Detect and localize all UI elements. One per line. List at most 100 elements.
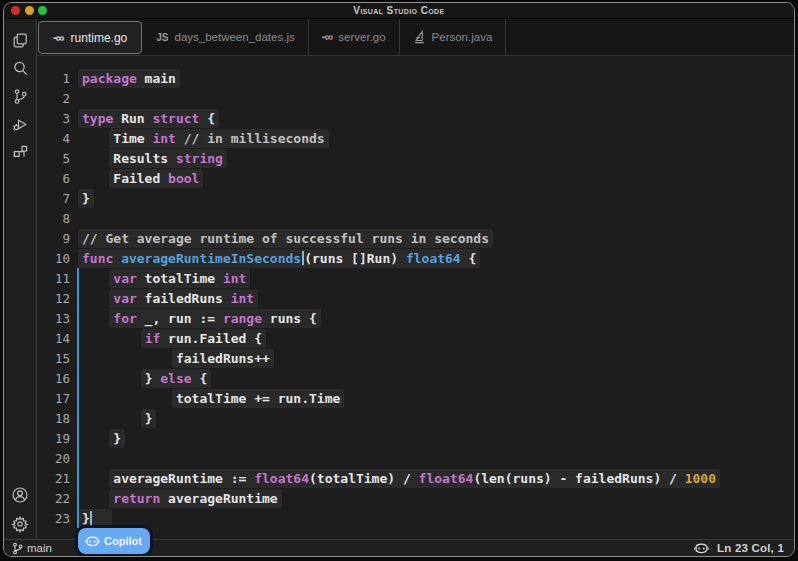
title-bar: Visual Studio Code bbox=[4, 3, 794, 19]
copilot-button-label: Copilot bbox=[104, 535, 142, 547]
line-content: } bbox=[77, 511, 112, 526]
code-line-2[interactable]: 2 bbox=[37, 88, 794, 108]
code-editor[interactable]: 1package main23type Run struct {4 Time i… bbox=[37, 56, 794, 539]
line-number: 18 bbox=[37, 411, 77, 426]
line-number: 7 bbox=[37, 191, 77, 206]
line-content: } bbox=[77, 191, 94, 206]
code-line-15[interactable]: 15 failedRuns++ bbox=[37, 348, 794, 368]
code-line-4[interactable]: 4 Time int // in milliseconds bbox=[37, 128, 794, 148]
line-content: Time int // in milliseconds bbox=[77, 131, 329, 146]
indent-guide bbox=[77, 268, 79, 528]
line-number: 20 bbox=[37, 451, 77, 466]
line-content: for _, run := range runs { bbox=[77, 311, 321, 326]
line-number: 1 bbox=[37, 71, 77, 86]
tab-bar: -∞ runtime.go JS days_between_dates.js -… bbox=[37, 19, 794, 56]
line-number: 4 bbox=[37, 131, 77, 146]
code-line-14[interactable]: 14 if run.Failed { bbox=[37, 328, 794, 348]
copilot-button[interactable]: Copilot bbox=[78, 528, 150, 554]
git-branch-icon bbox=[12, 542, 23, 555]
activity-bar-top bbox=[11, 19, 29, 161]
code-line-16[interactable]: 16 } else { bbox=[37, 368, 794, 388]
settings-gear-icon[interactable] bbox=[11, 515, 29, 533]
code-line-19[interactable]: 19 } bbox=[37, 428, 794, 448]
js-file-icon: JS bbox=[156, 32, 168, 43]
vscode-window: Visual Studio Code bbox=[3, 2, 795, 557]
source-control-icon[interactable] bbox=[11, 87, 29, 105]
run-debug-icon[interactable] bbox=[11, 115, 29, 133]
code-line-6[interactable]: 6 Failed bool bbox=[37, 168, 794, 188]
status-bar-left: main bbox=[12, 542, 52, 555]
code-line-10[interactable]: 10func averageRuntimeInSeconds(runs []Ru… bbox=[37, 248, 794, 268]
go-file-icon: -∞ bbox=[322, 30, 333, 44]
line-content: totalTime += run.Time bbox=[77, 391, 344, 406]
code-line-21[interactable]: 21 averageRuntime := float64(totalTime) … bbox=[37, 468, 794, 488]
code-line-12[interactable]: 12 var failedRuns int bbox=[37, 288, 794, 308]
tab-label: Person.java bbox=[432, 31, 493, 43]
line-number: 14 bbox=[37, 331, 77, 346]
branch-name: main bbox=[27, 542, 52, 554]
editor-column: -∞ runtime.go JS days_between_dates.js -… bbox=[37, 19, 794, 539]
code-line-18[interactable]: 18 } bbox=[37, 408, 794, 428]
tab-days-between-dates-js[interactable]: JS days_between_dates.js bbox=[143, 19, 308, 55]
window-title: Visual Studio Code bbox=[4, 5, 794, 16]
line-number: 3 bbox=[37, 111, 77, 126]
line-number: 23 bbox=[37, 511, 77, 526]
line-content: var totalTime int bbox=[77, 271, 250, 286]
line-number: 12 bbox=[37, 291, 77, 306]
tab-runtime-go[interactable]: -∞ runtime.go bbox=[38, 21, 142, 54]
java-file-icon bbox=[413, 30, 426, 44]
tab-label: days_between_dates.js bbox=[175, 31, 295, 43]
line-number: 15 bbox=[37, 351, 77, 366]
line-content: var failedRuns int bbox=[77, 291, 258, 306]
code-line-11[interactable]: 11 var totalTime int bbox=[37, 268, 794, 288]
line-content: // Get average runtime of successful run… bbox=[77, 231, 493, 246]
line-number: 8 bbox=[37, 211, 77, 226]
code-line-20[interactable]: 20 bbox=[37, 448, 794, 468]
line-number: 17 bbox=[37, 391, 77, 406]
code-area: 1package main23type Run struct {4 Time i… bbox=[37, 68, 794, 528]
tab-server-go[interactable]: -∞ server.go bbox=[309, 19, 400, 55]
code-line-9[interactable]: 9// Get average runtime of successful ru… bbox=[37, 228, 794, 248]
line-content: func averageRuntimeInSeconds(runs []Run)… bbox=[77, 251, 480, 266]
tab-person-java[interactable]: Person.java bbox=[400, 19, 507, 55]
line-content: Failed bool bbox=[77, 171, 203, 186]
status-bar-right: Ln 23 Col, 1 bbox=[694, 542, 784, 555]
explorer-icon[interactable] bbox=[11, 31, 29, 49]
line-number: 6 bbox=[37, 171, 77, 186]
line-content: failedRuns++ bbox=[77, 351, 274, 366]
line-content: } bbox=[77, 411, 156, 426]
line-number: 21 bbox=[37, 471, 77, 486]
line-number: 11 bbox=[37, 271, 77, 286]
line-content: type Run struct { bbox=[77, 111, 219, 126]
code-line-22[interactable]: 22 return averageRuntime bbox=[37, 488, 794, 508]
go-file-icon: -∞ bbox=[53, 31, 64, 45]
search-icon[interactable] bbox=[11, 59, 29, 77]
account-icon[interactable] bbox=[11, 486, 29, 504]
line-content: package main bbox=[77, 71, 180, 86]
activity-bar-bottom bbox=[11, 486, 29, 533]
extensions-icon[interactable] bbox=[11, 143, 29, 161]
code-line-5[interactable]: 5 Results string bbox=[37, 148, 794, 168]
line-content: Results string bbox=[77, 151, 227, 166]
code-line-17[interactable]: 17 totalTime += run.Time bbox=[37, 388, 794, 408]
git-branch-item[interactable]: main bbox=[12, 542, 52, 555]
code-line-1[interactable]: 1package main bbox=[37, 68, 794, 88]
main-row: -∞ runtime.go JS days_between_dates.js -… bbox=[4, 19, 794, 539]
line-number: 2 bbox=[37, 91, 77, 106]
line-number: 16 bbox=[37, 371, 77, 386]
code-line-3[interactable]: 3type Run struct { bbox=[37, 108, 794, 128]
code-line-7[interactable]: 7} bbox=[37, 188, 794, 208]
code-line-8[interactable]: 8 bbox=[37, 208, 794, 228]
line-number: 9 bbox=[37, 231, 77, 246]
code-line-13[interactable]: 13 for _, run := range runs { bbox=[37, 308, 794, 328]
cursor-position[interactable]: Ln 23 Col, 1 bbox=[717, 542, 784, 554]
tab-label: runtime.go bbox=[71, 31, 128, 45]
copilot-icon[interactable] bbox=[694, 542, 709, 555]
code-line-23[interactable]: 23} bbox=[37, 508, 794, 528]
line-number: 5 bbox=[37, 151, 77, 166]
line-number: 22 bbox=[37, 491, 77, 506]
line-number: 10 bbox=[37, 251, 77, 266]
line-content: averageRuntime := float64(totalTime) / f… bbox=[77, 471, 720, 486]
line-number: 19 bbox=[37, 431, 77, 446]
line-content: if run.Failed { bbox=[77, 331, 266, 346]
